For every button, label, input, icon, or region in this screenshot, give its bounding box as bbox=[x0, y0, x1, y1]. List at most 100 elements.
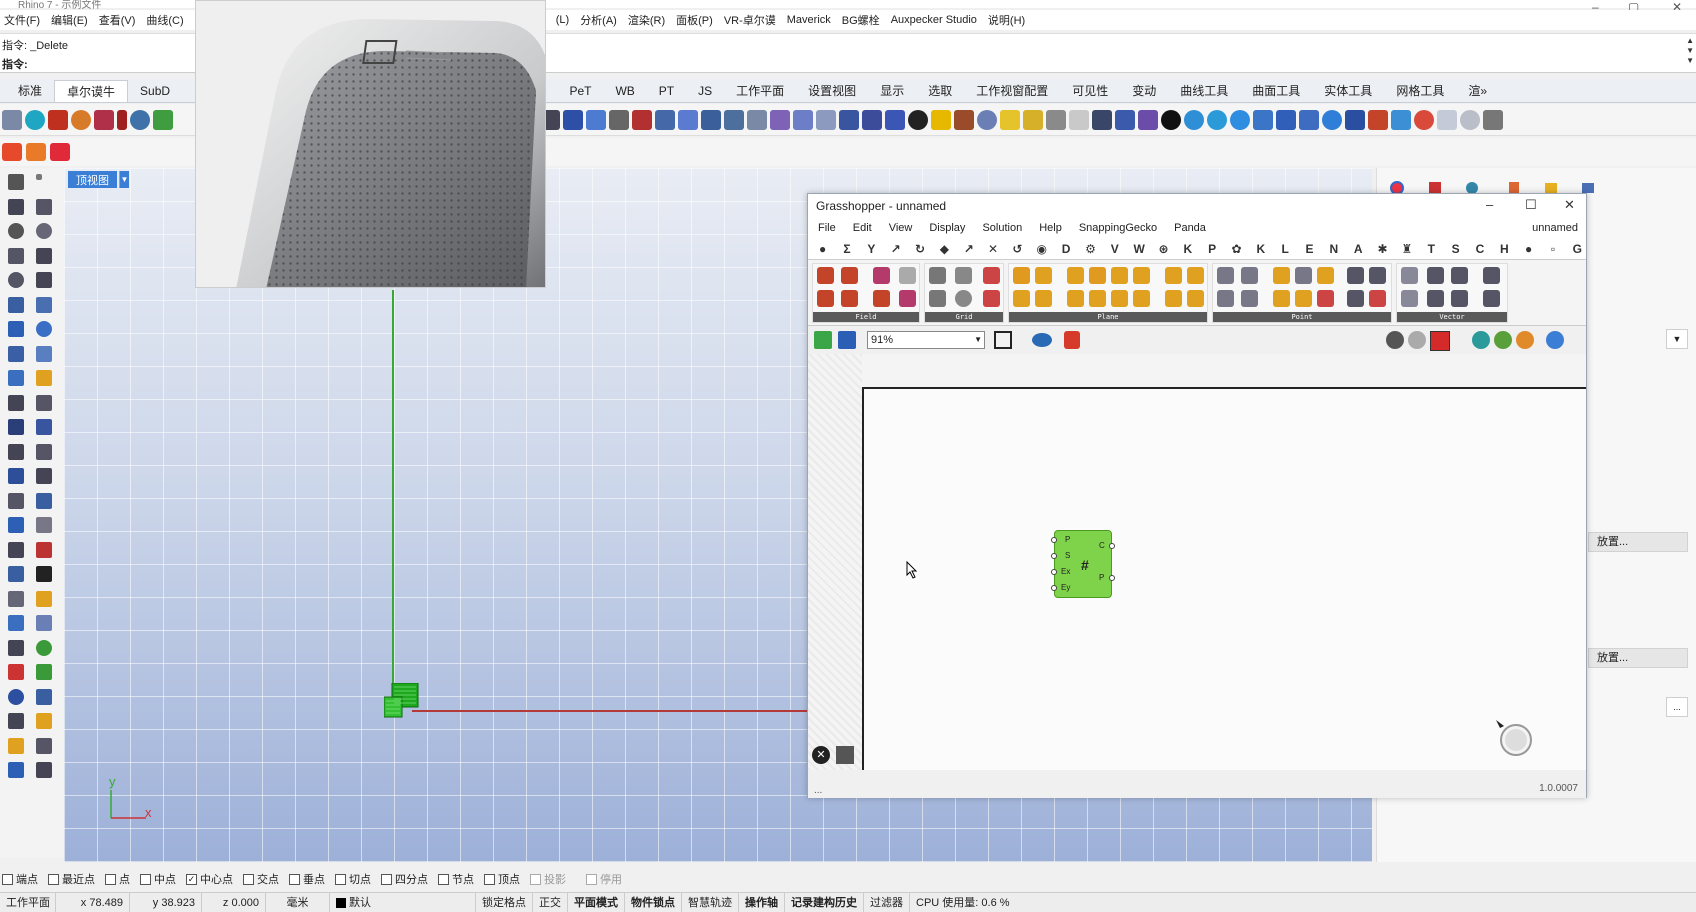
gh-clear-icon[interactable]: ✕ bbox=[812, 746, 830, 764]
array-icon[interactable] bbox=[8, 492, 24, 509]
command-prompt[interactable]: 指令: bbox=[2, 56, 28, 72]
osnap-item[interactable]: 垂点 bbox=[289, 871, 325, 887]
trim-icon[interactable] bbox=[36, 394, 52, 411]
vector-z-icon[interactable] bbox=[1451, 290, 1468, 307]
tab-wb[interactable]: WB bbox=[603, 80, 646, 102]
status-ortho[interactable]: 正交 bbox=[533, 892, 568, 912]
gh-zoom-ring-icon[interactable] bbox=[1494, 718, 1534, 758]
tab-more[interactable]: 渲» bbox=[1456, 80, 1499, 102]
dots-icon[interactable] bbox=[1460, 109, 1480, 130]
vector-2pt-icon[interactable] bbox=[1483, 267, 1500, 284]
field-display-icon[interactable] bbox=[899, 290, 916, 307]
menu-view[interactable]: 查看(V) bbox=[99, 12, 136, 28]
status-planar[interactable]: 平面模式 bbox=[568, 892, 625, 912]
menu-edit[interactable]: 编辑(E) bbox=[51, 12, 88, 28]
pie-icon[interactable] bbox=[1414, 109, 1434, 130]
menu-render[interactable]: 渲染(R) bbox=[628, 12, 665, 28]
star-icon[interactable] bbox=[885, 109, 905, 130]
field-eval-icon[interactable] bbox=[899, 267, 916, 284]
moon-icon[interactable] bbox=[2, 109, 22, 130]
ring-icon[interactable] bbox=[1161, 109, 1181, 130]
array-grid-icon[interactable] bbox=[8, 541, 24, 558]
field-point-icon[interactable] bbox=[841, 267, 858, 284]
place-button-1[interactable]: 放置... bbox=[1588, 532, 1688, 552]
tab-pet[interactable]: PeT bbox=[557, 80, 603, 102]
tab-subd[interactable]: SubD bbox=[128, 80, 182, 102]
osnap-item[interactable]: 停用 bbox=[586, 871, 622, 887]
extrude-icon[interactable] bbox=[36, 345, 52, 362]
field-line-icon[interactable] bbox=[817, 267, 834, 284]
menu-partial-l[interactable]: (L) bbox=[556, 14, 569, 26]
chamfer-icon[interactable] bbox=[36, 443, 52, 460]
plane-origin-icon[interactable] bbox=[1111, 267, 1128, 284]
gh-category-tab[interactable]: ◆ bbox=[936, 242, 953, 256]
status-cplane[interactable]: 工作平面 bbox=[0, 892, 56, 912]
gh-menu-file[interactable]: File bbox=[818, 222, 836, 234]
osnap-item[interactable]: 交点 bbox=[243, 871, 279, 887]
render-icon[interactable] bbox=[8, 688, 24, 705]
plane-icon[interactable] bbox=[678, 109, 698, 130]
gh-menu-help[interactable]: Help bbox=[1039, 222, 1062, 234]
arc-tool-icon[interactable] bbox=[36, 272, 52, 288]
globe-icon[interactable] bbox=[25, 109, 45, 130]
gh-mesh-quality-icon[interactable] bbox=[1516, 331, 1534, 349]
osnap-checkbox[interactable] bbox=[586, 873, 597, 885]
gh-menu-display[interactable]: Display bbox=[929, 222, 965, 234]
gh-menu-view[interactable]: View bbox=[889, 222, 913, 234]
gh-input-grip[interactable] bbox=[1051, 537, 1057, 543]
vector-display-icon[interactable] bbox=[1483, 290, 1500, 307]
grid-square-icon[interactable] bbox=[929, 267, 946, 284]
gh-globe-icon[interactable] bbox=[1546, 331, 1564, 349]
wave-icon[interactable] bbox=[1046, 109, 1066, 130]
menu-bg[interactable]: BG螺栓 bbox=[842, 12, 880, 28]
gh-menu-panda[interactable]: Panda bbox=[1174, 222, 1206, 234]
phone-icon[interactable] bbox=[609, 109, 629, 130]
flow-icon[interactable] bbox=[8, 737, 24, 754]
target2-icon[interactable] bbox=[1207, 109, 1227, 130]
window-icon[interactable] bbox=[1299, 109, 1319, 130]
gh-category-tab[interactable]: ↗ bbox=[887, 242, 904, 256]
circle-icon[interactable] bbox=[8, 223, 24, 239]
rectangle-icon[interactable] bbox=[36, 247, 52, 264]
tab-solid-tools[interactable]: 实体工具 bbox=[1312, 80, 1384, 102]
check-icon[interactable] bbox=[36, 566, 52, 582]
gh-category-tab[interactable]: L bbox=[1277, 242, 1294, 256]
hand-icon[interactable] bbox=[816, 109, 836, 130]
split-icon[interactable] bbox=[1115, 109, 1135, 130]
group-icon[interactable] bbox=[8, 517, 24, 533]
lattice-icon[interactable] bbox=[1138, 109, 1158, 130]
dimension-icon[interactable] bbox=[36, 517, 52, 533]
gh-category-tab[interactable]: V bbox=[1106, 242, 1123, 256]
osnap-checkbox[interactable] bbox=[484, 873, 495, 885]
point-cluster-icon[interactable] bbox=[1347, 290, 1364, 307]
tab-display[interactable]: 显示 bbox=[868, 80, 916, 102]
osnap-item[interactable]: 顶点 bbox=[484, 871, 520, 887]
osnap-checkbox[interactable] bbox=[105, 873, 116, 885]
section-icon[interactable] bbox=[8, 639, 24, 656]
gh-category-tab[interactable]: ♜ bbox=[1398, 242, 1415, 256]
osnap-item[interactable]: 端点 bbox=[2, 871, 38, 887]
house-icon[interactable] bbox=[1253, 109, 1273, 130]
box-icon[interactable] bbox=[48, 109, 68, 130]
status-history[interactable]: 记录建构历史 bbox=[785, 892, 864, 912]
surface-icon[interactable] bbox=[8, 566, 24, 582]
gh-category-tab[interactable]: T bbox=[1423, 242, 1440, 256]
polygon-icon[interactable] bbox=[8, 247, 24, 264]
plane-deconstruct-icon[interactable] bbox=[1165, 290, 1182, 307]
gh-canvas-area[interactable] bbox=[862, 387, 1586, 770]
place-button-2[interactable]: 放置... bbox=[1588, 648, 1688, 668]
analyze-icon[interactable] bbox=[36, 541, 52, 558]
gh-document-name[interactable]: unnamed bbox=[1532, 222, 1578, 234]
grid-radial-icon[interactable] bbox=[955, 290, 972, 307]
gh-input-grip[interactable] bbox=[1051, 553, 1057, 559]
diamond-icon[interactable] bbox=[1000, 109, 1020, 130]
tab-mesh-tools[interactable]: 网格工具 bbox=[1384, 80, 1456, 102]
orbit-icon[interactable] bbox=[1322, 109, 1342, 130]
gh-eye-icon[interactable] bbox=[1032, 333, 1052, 347]
gh-category-tab[interactable]: ▫ bbox=[1544, 242, 1561, 256]
gh-category-tab[interactable]: ↺ bbox=[1009, 242, 1026, 256]
point-project-icon[interactable] bbox=[1295, 267, 1312, 284]
point-oriented-icon[interactable] bbox=[1273, 290, 1290, 307]
plane-line-icon[interactable] bbox=[1133, 290, 1150, 307]
point-barycentric-icon[interactable] bbox=[1241, 290, 1258, 307]
